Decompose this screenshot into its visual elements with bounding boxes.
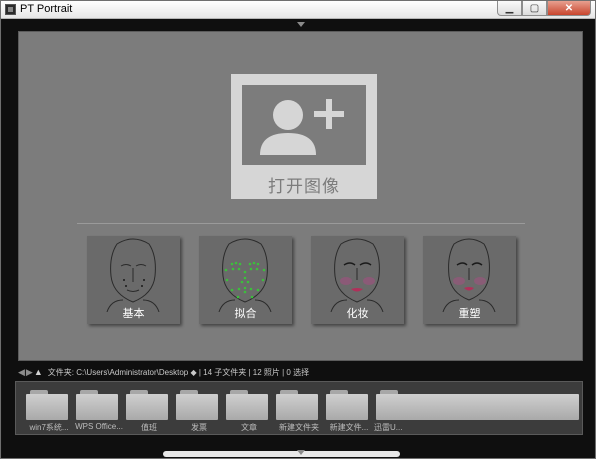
list-item[interactable]: win7系统... <box>26 390 72 432</box>
mode-fit[interactable]: 拟合 <box>199 236 292 324</box>
mode-makeup[interactable]: 化妆 <box>311 236 404 324</box>
window-controls: ▁ ▢ ✕ <box>497 1 591 17</box>
arrow-up-icon[interactable]: ▲ <box>34 365 43 379</box>
mode-reshape-label: 重塑 <box>458 308 481 320</box>
face-basic-icon <box>106 238 160 312</box>
list-item[interactable]: 发票 <box>176 390 222 432</box>
title-bar[interactable]: PT Portrait ▁ ▢ ✕ <box>1 1 595 19</box>
window-title: PT Portrait <box>20 3 73 15</box>
folder-label: 文章 <box>241 423 257 432</box>
mode-fit-label: 拟合 <box>234 308 257 320</box>
folder-label: win7系统... <box>29 423 69 432</box>
mode-basic-label: 基本 <box>122 308 145 320</box>
list-item[interactable]: 文章 <box>226 390 272 432</box>
list-item[interactable]: WPS Office... <box>75 390 123 431</box>
folder-label: 新建文件... <box>329 423 369 432</box>
folder-path-bar: ◀▶▲ 文件夹: C:\Users\Administrator\Desktop ◆… <box>18 365 583 379</box>
folder-label: WPS Office... <box>75 422 123 431</box>
mode-reshape[interactable]: 重塑 <box>423 236 516 324</box>
filmstrip-scrollbar[interactable] <box>163 451 400 457</box>
list-item[interactable]: 新建文件夹 <box>276 390 322 432</box>
open-image-button[interactable]: 打开图像 <box>231 74 377 199</box>
face-reshape-icon <box>442 238 496 312</box>
mode-makeup-label: 化妆 <box>346 308 369 320</box>
app-window: PT Portrait ▁ ▢ ✕ 打开图像 基本 拟合 化妆 重塑 ◀▶▲ 文… <box>0 0 596 459</box>
app-icon <box>5 4 16 15</box>
list-item[interactable]: 迅雷U... <box>374 390 579 432</box>
face-fit-icon <box>218 238 272 312</box>
arrow-left-icon[interactable]: ◀ <box>18 365 25 379</box>
mode-basic[interactable]: 基本 <box>87 236 180 324</box>
open-image-label: 打开图像 <box>268 177 340 196</box>
minimize-button[interactable]: ▁ <box>497 1 522 16</box>
folder-label: 迅雷U... <box>374 423 403 432</box>
folder-label: 发票 <box>191 423 207 432</box>
collapse-bottom-icon[interactable] <box>297 450 305 455</box>
client-area: 打开图像 基本 拟合 化妆 重塑 ◀▶▲ 文件夹: C:\Users\Admin… <box>2 19 594 458</box>
divider <box>77 223 525 224</box>
add-person-icon <box>260 99 344 155</box>
folder-label: 新建文件夹 <box>279 423 319 432</box>
maximize-button[interactable]: ▢ <box>522 1 547 16</box>
list-item[interactable]: 新建文件... <box>326 390 372 432</box>
face-makeup-icon <box>330 238 384 312</box>
open-image-frame <box>242 85 366 165</box>
arrow-right-icon[interactable]: ▶ <box>26 365 33 379</box>
list-item[interactable]: 值班 <box>126 390 172 432</box>
close-button[interactable]: ✕ <box>547 1 591 16</box>
filmstrip: win7系统... WPS Office... 值班 发票 文章 新建文件夹 新… <box>15 381 583 435</box>
folder-label: 值班 <box>141 423 157 432</box>
collapse-top-icon[interactable] <box>297 22 305 27</box>
folder-path-text[interactable]: 文件夹: C:\Users\Administrator\Desktop ◆ | … <box>48 368 309 377</box>
main-panel: 打开图像 基本 拟合 化妆 重塑 <box>18 31 583 361</box>
